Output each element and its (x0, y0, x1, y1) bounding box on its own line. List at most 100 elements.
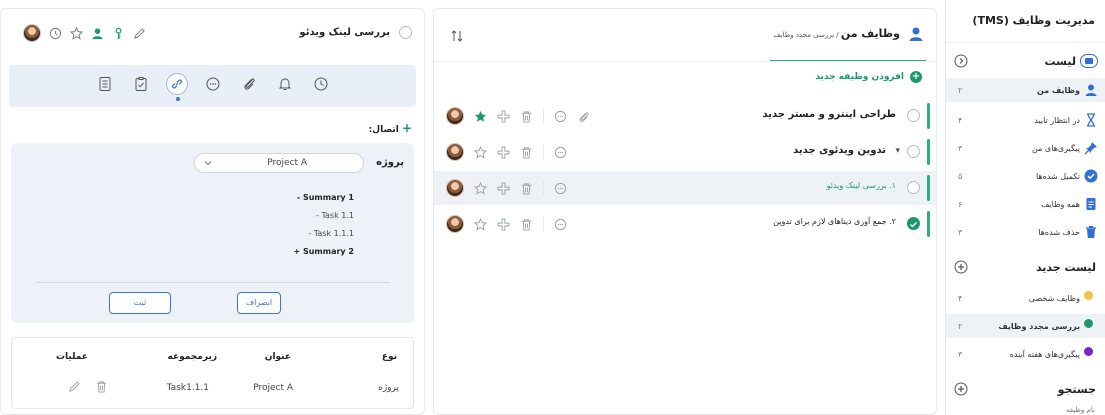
item-count: ۳ (958, 349, 963, 359)
trash-icon[interactable] (95, 380, 108, 393)
task-actions (446, 106, 590, 126)
divider (946, 42, 1105, 43)
comment-icon[interactable] (554, 218, 567, 231)
sidebar-item-personal[interactable]: وظایف شخصی ۴ (946, 286, 1105, 310)
sidebar-item-all-tasks[interactable]: همه وظایف ۶ (946, 192, 1105, 216)
selection-bar (927, 103, 930, 129)
project-select[interactable]: Project A (194, 153, 364, 173)
history-icon[interactable] (49, 27, 62, 40)
star-icon[interactable] (474, 181, 487, 195)
trash-icon[interactable] (520, 110, 533, 123)
tree-item[interactable]: Summary 1 - (297, 193, 354, 202)
key-icon[interactable] (112, 27, 125, 40)
tab-checklist-icon[interactable] (94, 73, 116, 95)
avatar[interactable] (446, 107, 464, 125)
task-row[interactable]: ▾ تدوین ویدئوی جدید (434, 135, 936, 169)
divider (543, 109, 544, 123)
sidebar-item-label: همه وظایف (1041, 199, 1080, 209)
add-task-label: افزودن وظیفه جدید (815, 72, 904, 82)
search-section-header[interactable]: جستجو (946, 376, 1105, 402)
comment-icon[interactable] (554, 146, 567, 159)
star-filled-icon[interactable] (474, 110, 487, 123)
detail-tabbar (9, 65, 416, 107)
sidebar-item-completed[interactable]: تکمیل شده‌ها ۵ (946, 164, 1105, 188)
task-detail-panel: بررسی لینک ویدئو + اتصال: پروژه Project … (0, 8, 425, 415)
pencil-icon[interactable] (133, 27, 146, 40)
task-name[interactable]: تدوین ویدئوی جدید (793, 145, 886, 156)
sidebar-item-label: تکمیل شده‌ها (1035, 171, 1080, 181)
tree-item[interactable]: Task 1.1 - (316, 211, 354, 220)
add-circle-icon[interactable] (954, 382, 968, 396)
move-icon[interactable] (497, 145, 510, 159)
sidebar-item-label: بررسی مجدد وظایف (998, 321, 1080, 331)
item-count: ۳ (958, 227, 963, 237)
green-dot-icon (1084, 319, 1098, 333)
cell-title: Project A (253, 383, 293, 393)
attachment-icon[interactable] (577, 110, 590, 123)
task-checkbox-checked[interactable] (907, 217, 920, 230)
tab-link-icon[interactable] (165, 73, 188, 101)
task-checkbox[interactable] (399, 26, 412, 39)
tree-item[interactable]: Summary 2 + (293, 247, 354, 256)
submit-button[interactable]: ثبت (109, 292, 171, 314)
sidebar-item-next-week[interactable]: پیگیری‌های هفته آینده ۳ (946, 342, 1105, 366)
sidebar-item-label: وظایف من (1037, 85, 1080, 95)
move-icon[interactable] (497, 217, 510, 231)
trash-icon[interactable] (520, 182, 533, 195)
task-checkbox[interactable] (907, 109, 920, 122)
task-checkbox[interactable] (907, 181, 920, 194)
list-section-header[interactable]: لیست (946, 48, 1105, 74)
star-icon[interactable] (70, 26, 83, 40)
tab-attachment-icon[interactable] (238, 73, 260, 95)
task-row[interactable]: طراحی اینترو و مستر جدید (434, 99, 936, 133)
sort-icon[interactable] (450, 29, 464, 43)
cancel-button[interactable]: انصراف (237, 292, 281, 314)
star-icon[interactable] (474, 145, 487, 159)
task-name[interactable]: طراحی اینترو و مستر جدید (762, 109, 896, 120)
task-name[interactable]: ۲. جمع آوری دیتاهای لازم برای تدوین (773, 217, 896, 226)
pin-icon (1084, 141, 1098, 155)
detail-task-title[interactable]: بررسی لینک ویدئو (299, 27, 390, 38)
connection-form: پروژه Project A Summary 1 - Task 1.1 - T… (11, 143, 414, 323)
subtask-row-selected[interactable]: ۱. بررسی لینک ویدئو (434, 171, 936, 205)
divider (543, 181, 544, 195)
pencil-icon[interactable] (68, 380, 81, 393)
add-task-button[interactable]: + افزودن وظیفه جدید (815, 71, 922, 83)
project-select-value: Project A (267, 158, 307, 168)
detail-header-actions (23, 24, 146, 42)
subtask-row[interactable]: ۲. جمع آوری دیتاهای لازم برای تدوین (434, 207, 936, 241)
sidebar-item-deleted[interactable]: حذف شده‌ها ۳ (946, 220, 1105, 244)
connections-table: نوع عنوان زیرمجموعه عملیات پروژه Project… (11, 337, 414, 409)
sidebar-item-review[interactable]: بررسی مجدد وظایف ۲ (946, 314, 1105, 338)
avatar[interactable] (446, 143, 464, 161)
tab-clock-icon[interactable] (310, 73, 332, 95)
connection-label[interactable]: + اتصال: (369, 121, 412, 135)
trash-icon[interactable] (520, 218, 533, 231)
person-icon[interactable] (91, 27, 104, 40)
app-title: مدیریت وظایف (TMS) (972, 14, 1095, 27)
detail-tabs (9, 73, 416, 101)
tree-item[interactable]: Task 1.1.1 - (308, 229, 354, 238)
avatar[interactable] (446, 215, 464, 233)
chevron-down-icon[interactable]: ▾ (895, 146, 900, 156)
avatar[interactable] (446, 179, 464, 197)
comment-icon[interactable] (554, 182, 567, 195)
move-icon[interactable] (497, 109, 510, 123)
sidebar-item-my-tasks[interactable]: وظایف من ۲ (946, 78, 1105, 102)
task-checkbox[interactable] (907, 145, 920, 158)
sidebar-item-pending[interactable]: در انتظار تایید ۴ (946, 108, 1105, 132)
sidebar: مدیریت وظایف (TMS) لیست وظایف من ۲ در ان… (945, 0, 1105, 415)
avatar[interactable] (23, 24, 41, 42)
tab-comment-icon[interactable] (202, 73, 224, 95)
sidebar-item-followups[interactable]: پیگیری‌های من ۳ (946, 136, 1105, 160)
add-circle-icon[interactable] (954, 260, 968, 274)
trash-icon[interactable] (520, 146, 533, 159)
task-name[interactable]: ۱. بررسی لینک ویدئو (827, 181, 896, 190)
tab-bell-icon[interactable] (274, 73, 296, 95)
new-list-section-header[interactable]: لیست جدید (946, 254, 1105, 280)
comment-icon[interactable] (554, 110, 567, 123)
chevron-circle-icon[interactable] (954, 54, 968, 68)
star-icon[interactable] (474, 217, 487, 231)
move-icon[interactable] (497, 181, 510, 195)
tab-clipboard-icon[interactable] (130, 73, 152, 95)
